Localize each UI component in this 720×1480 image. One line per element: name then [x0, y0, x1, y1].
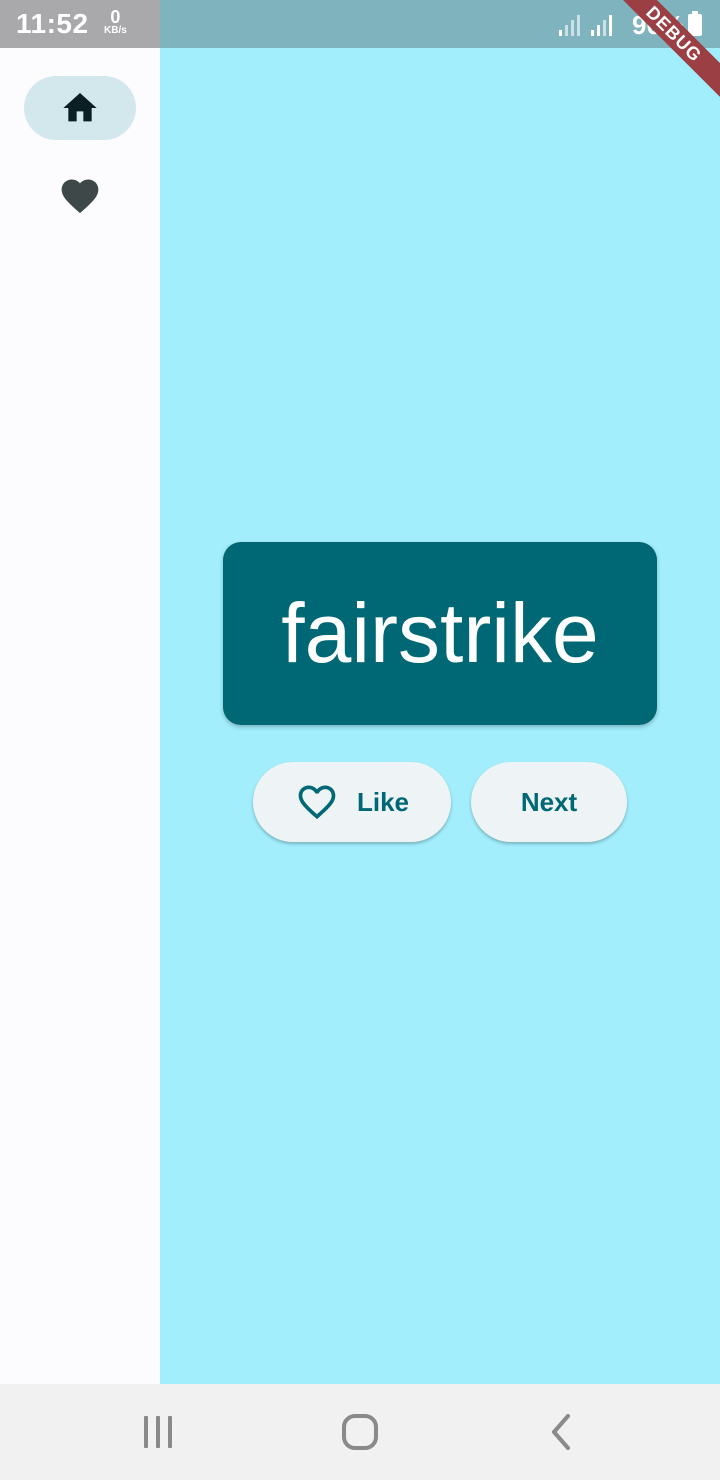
recents-button[interactable]: [138, 1412, 178, 1452]
like-button-label: Like: [356, 786, 410, 817]
next-button[interactable]: Next: [471, 762, 627, 842]
system-home-button[interactable]: [340, 1412, 380, 1452]
signal-icon: [559, 15, 580, 36]
network-speed: 0 KB/s: [104, 8, 127, 36]
like-button[interactable]: Like: [253, 762, 451, 842]
recents-icon: [144, 1416, 172, 1448]
status-time: 11:52: [16, 8, 89, 39]
network-speed-value: 0: [110, 7, 121, 27]
navigation-rail: [0, 48, 160, 1384]
next-button-label: Next: [520, 786, 578, 817]
back-button[interactable]: [542, 1412, 582, 1452]
nav-item-favorites[interactable]: [24, 164, 136, 228]
heart-icon: [61, 179, 99, 214]
word-card: fairstrike: [223, 542, 657, 725]
signal-icon: [591, 15, 612, 36]
status-bar: 11:52 0 KB/s 90%: [0, 0, 720, 48]
home-icon: [63, 93, 97, 122]
back-icon: [552, 1414, 570, 1450]
main-content: fairstrike Like Next: [160, 48, 720, 1384]
home-circle-icon: [342, 1414, 378, 1450]
system-navigation-bar: [0, 1384, 720, 1480]
network-speed-unit: KB/s: [104, 25, 127, 36]
word-pair-text: fairstrike: [281, 586, 599, 680]
heart-outline-icon: [295, 780, 339, 824]
nav-item-home[interactable]: [24, 76, 136, 140]
